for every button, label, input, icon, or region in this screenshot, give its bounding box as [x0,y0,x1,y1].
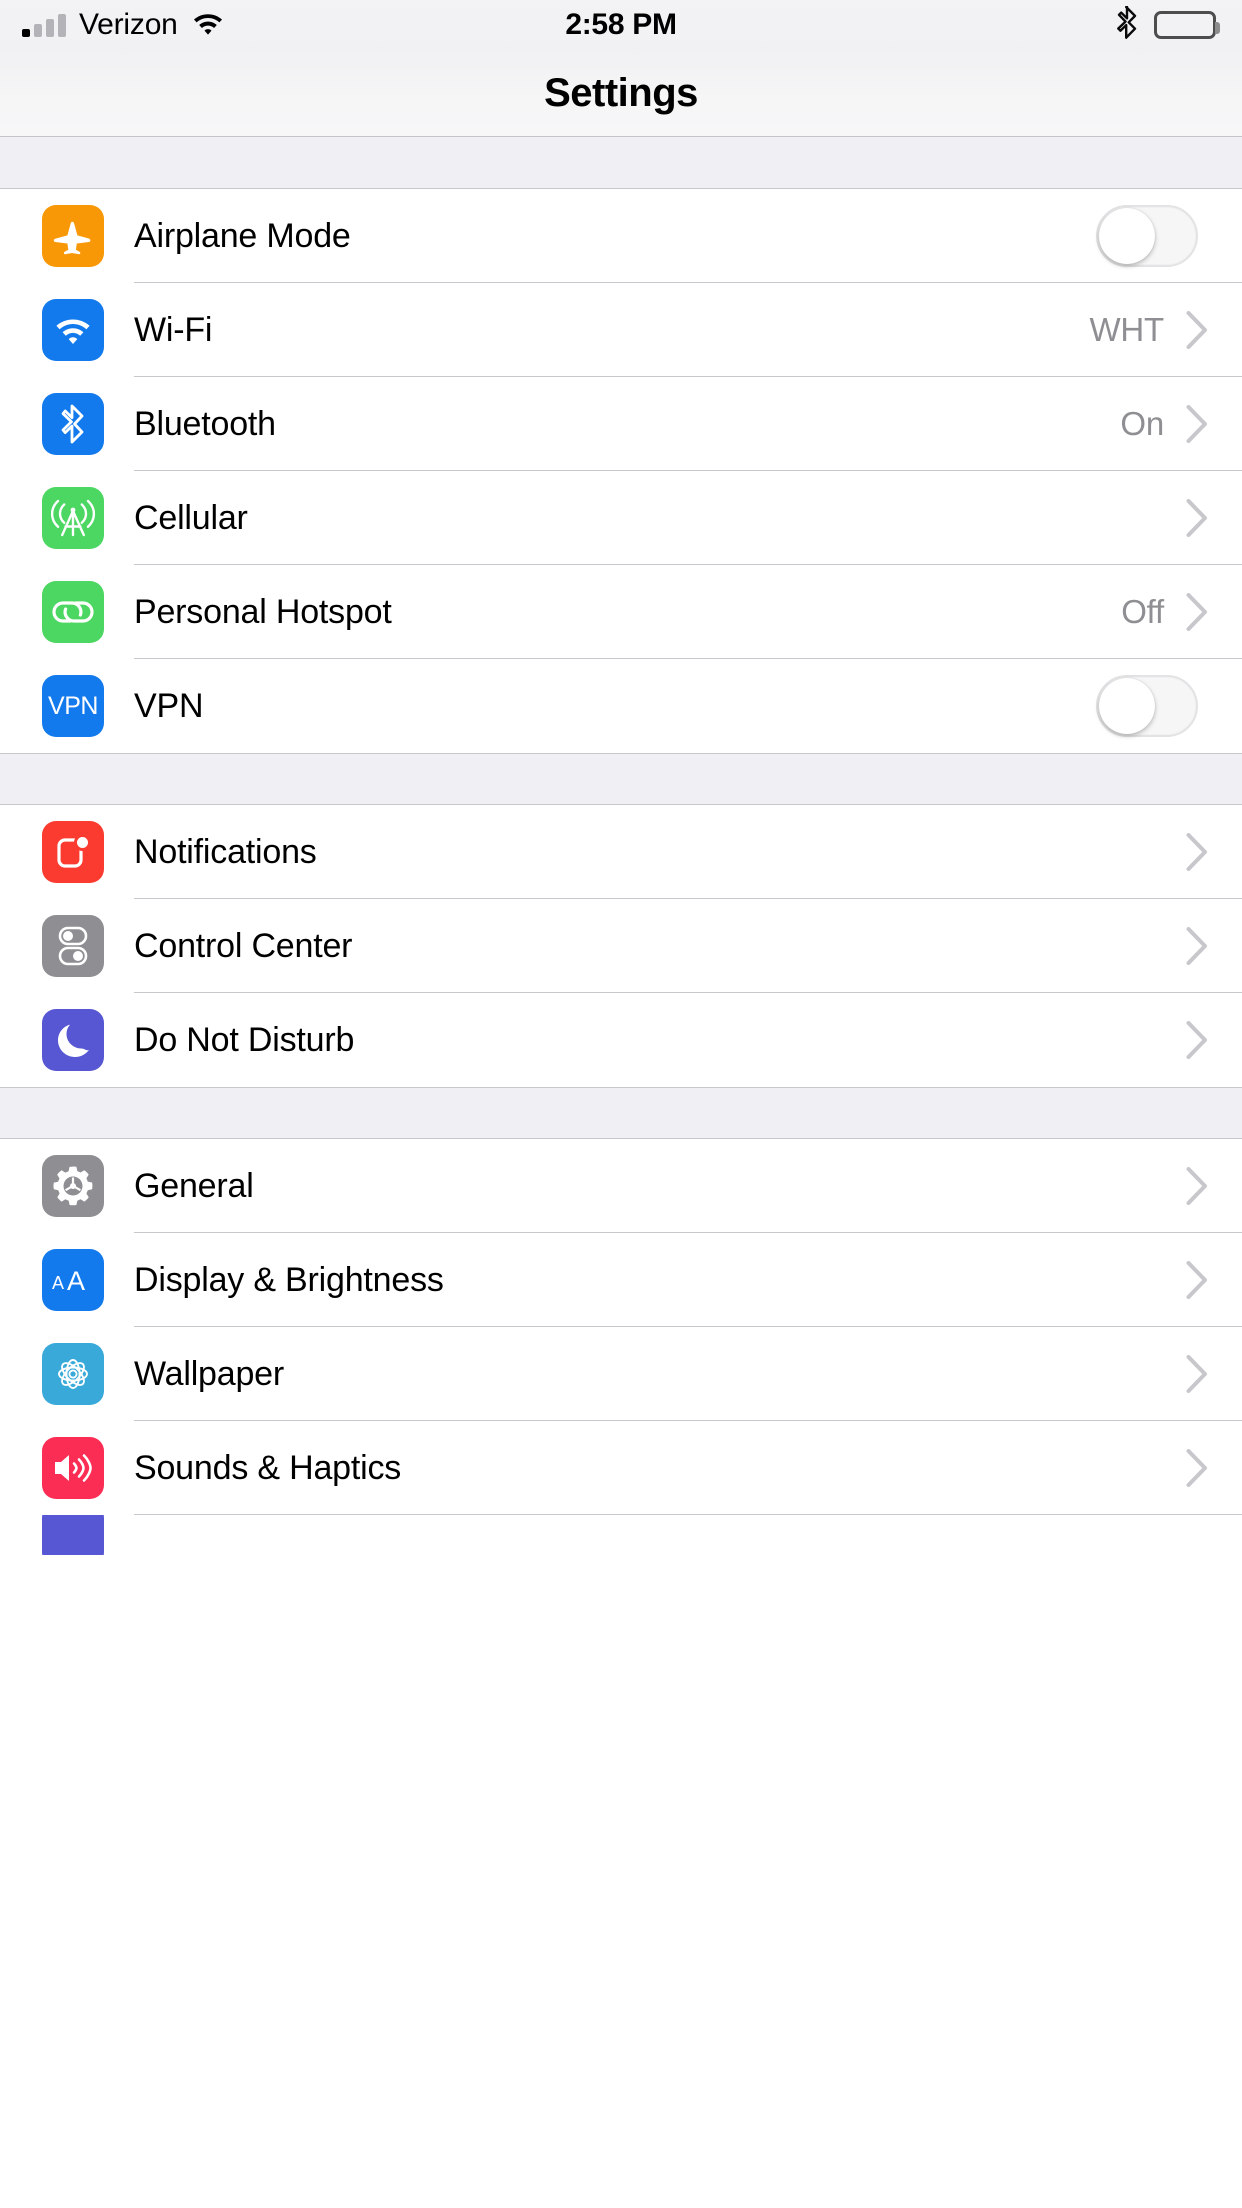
settings-row-do-not-disturb[interactable]: Do Not Disturb [0,993,1242,1087]
chevron-right-icon [1186,1167,1208,1205]
navigation-bar: Settings [0,50,1242,137]
settings-row-label: Sounds & Haptics [134,1448,402,1487]
airplane-mode-toggle[interactable] [1096,205,1198,267]
status-bar: Verizon 2:58 PM [0,0,1242,50]
chevron-right-icon [1186,405,1208,443]
chevron-right-icon [1186,1021,1208,1059]
moon-icon [42,1009,104,1071]
group-spacer [0,753,1242,805]
settings-row-label: General [134,1166,254,1205]
text-size-icon: A A [42,1249,104,1311]
settings-row-personal-hotspot[interactable]: Personal Hotspot Off [0,565,1242,659]
gear-icon [42,1155,104,1217]
settings-row-label: Notifications [134,832,317,871]
page-title: Settings [544,70,698,115]
settings-row-label: Personal Hotspot [134,592,392,631]
settings-row-sounds-haptics[interactable]: Sounds & Haptics [0,1421,1242,1515]
hotspot-link-icon [42,581,104,643]
settings-group-alerts: Notifications Control Center Do Not Dist… [0,805,1242,1087]
settings-group-connectivity: Airplane Mode Wi-Fi WHT Bluetooth On Cel… [0,189,1242,753]
settings-list: Airplane Mode Wi-Fi WHT Bluetooth On Cel… [0,137,1242,1555]
wifi-icon [42,299,104,361]
chevron-right-icon [1186,927,1208,965]
vpn-icon-label: VPN [48,691,98,720]
chevron-right-icon [1186,1449,1208,1487]
chevron-right-icon [1186,499,1208,537]
settings-row-cellular[interactable]: Cellular [0,471,1242,565]
airplane-icon [42,205,104,267]
settings-row-control-center[interactable]: Control Center [0,899,1242,993]
settings-row-wifi[interactable]: Wi-Fi WHT [0,283,1242,377]
settings-row-airplane-mode[interactable]: Airplane Mode [0,189,1242,283]
chevron-right-icon [1186,1261,1208,1299]
bluetooth-status-value: On [1120,405,1164,442]
settings-row-label: Wallpaper [134,1354,285,1393]
notifications-icon [42,821,104,883]
hotspot-status-value: Off [1121,593,1164,630]
battery-icon [1154,11,1220,39]
bluetooth-icon [1116,5,1138,45]
settings-row-wallpaper[interactable]: Wallpaper [0,1327,1242,1421]
settings-row-label: Wi-Fi [134,310,213,349]
bluetooth-icon [42,393,104,455]
control-center-icon [42,915,104,977]
chevron-right-icon [1186,593,1208,631]
settings-row-label: VPN [134,686,204,725]
wifi-network-value: WHT [1089,311,1164,348]
settings-row-notifications[interactable]: Notifications [0,805,1242,899]
settings-row-bluetooth[interactable]: Bluetooth On [0,377,1242,471]
svg-text:A: A [52,1273,64,1293]
settings-row-label: Airplane Mode [134,216,351,255]
settings-row-label: Cellular [134,498,248,537]
chevron-right-icon [1186,833,1208,871]
settings-row-vpn[interactable]: VPN VPN [0,659,1242,753]
settings-row-label: Bluetooth [134,404,276,443]
flower-icon [42,1343,104,1405]
group-spacer [0,137,1242,189]
settings-row-partial[interactable] [0,1515,1242,1555]
settings-row-label: Do Not Disturb [134,1020,355,1059]
vpn-icon: VPN [42,675,104,737]
siri-icon [42,1515,104,1555]
svg-text:A: A [67,1266,85,1296]
status-bar-right [1116,0,1220,50]
group-spacer [0,1087,1242,1139]
settings-group-device: General A A Display & Brightness Wallpap… [0,1139,1242,1555]
chevron-right-icon [1186,311,1208,349]
vpn-toggle[interactable] [1096,675,1198,737]
settings-row-label: Control Center [134,926,353,965]
speaker-icon [42,1437,104,1499]
settings-row-display-brightness[interactable]: A A Display & Brightness [0,1233,1242,1327]
settings-row-general[interactable]: General [0,1139,1242,1233]
settings-row-label: Display & Brightness [134,1260,444,1299]
cellular-antenna-icon [42,487,104,549]
chevron-right-icon [1186,1355,1208,1393]
status-bar-clock: 2:58 PM [565,8,677,41]
